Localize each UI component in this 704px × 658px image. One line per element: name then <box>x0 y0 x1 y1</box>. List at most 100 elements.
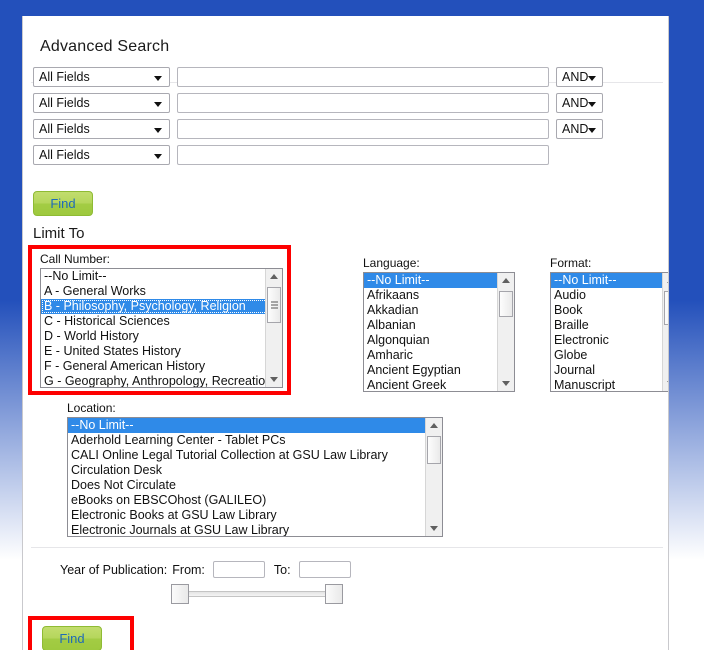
location-scrollbar[interactable] <box>425 418 442 536</box>
search-criteria-rows: All Fields AND All Fields AND All Fields <box>33 67 603 171</box>
list-item[interactable]: Algonquian <box>364 333 514 348</box>
slider-handle-max[interactable] <box>325 584 343 604</box>
list-item[interactable]: Globe <box>551 348 668 363</box>
list-item[interactable]: Albanian <box>364 318 514 333</box>
search-row: All Fields AND <box>33 119 603 139</box>
list-item[interactable]: CALI Online Legal Tutorial Collection at… <box>68 448 442 463</box>
call-number-listbox[interactable]: --No Limit-- A - General Works B - Philo… <box>40 268 283 388</box>
list-item[interactable]: Does Not Circulate <box>68 478 442 493</box>
slider-handle-min[interactable] <box>171 584 189 604</box>
scroll-down-arrow-icon[interactable] <box>266 371 282 387</box>
field-select-4[interactable]: All Fields <box>33 145 170 165</box>
language-scrollbar[interactable] <box>497 273 514 391</box>
field-select-2[interactable]: All Fields <box>33 93 170 113</box>
location-label: Location: <box>67 401 116 415</box>
list-item-selected[interactable]: B - Philosophy, Psychology, Religion <box>41 299 282 314</box>
field-select-1[interactable]: All Fields <box>33 67 170 87</box>
format-scrollbar[interactable] <box>662 273 669 391</box>
location-group: Location: --No Limit-- Aderhold Learning… <box>67 401 443 537</box>
list-item[interactable]: Journal <box>551 363 668 378</box>
chevron-down-icon <box>588 102 596 107</box>
find-button-top[interactable]: Find <box>33 191 93 216</box>
list-item[interactable]: D - World History <box>41 329 282 344</box>
call-number-scrollbar[interactable] <box>265 269 282 387</box>
list-item[interactable]: Ancient Greek <box>364 378 514 391</box>
scroll-up-arrow-icon[interactable] <box>426 418 442 434</box>
list-item[interactable]: Electronic <box>551 333 668 348</box>
scroll-up-arrow-icon[interactable] <box>663 273 668 289</box>
list-item[interactable]: C - Historical Sciences <box>41 314 282 329</box>
scrollbar-thumb[interactable] <box>664 291 669 325</box>
scrollbar-thumb[interactable] <box>499 291 513 317</box>
operator-select-2[interactable]: AND <box>556 93 603 113</box>
year-from-input[interactable] <box>212 561 265 578</box>
year-of-publication-label: Year of Publication: <box>60 562 168 577</box>
chevron-down-icon <box>154 102 162 107</box>
list-item[interactable]: Ancient Egyptian <box>364 363 514 378</box>
list-item[interactable]: Braille <box>551 318 668 333</box>
search-input-4[interactable] <box>177 145 549 165</box>
year-to-input[interactable] <box>298 561 351 578</box>
location-listbox[interactable]: --No Limit-- Aderhold Learning Center - … <box>67 417 443 537</box>
list-item[interactable]: eBooks on EBSCOhost (GALILEO) <box>68 493 442 508</box>
field-select-2-value: All Fields <box>39 96 90 110</box>
call-number-label: Call Number: <box>40 252 111 266</box>
list-item-selected[interactable]: --No Limit-- <box>68 418 442 433</box>
list-item[interactable]: E - United States History <box>41 344 282 359</box>
find-button-highlight-box: Find <box>28 616 134 650</box>
year-from-label: From: <box>172 562 205 577</box>
scrollbar-grip-icon <box>668 305 669 312</box>
scroll-down-arrow-icon[interactable] <box>663 375 668 391</box>
chevron-down-icon <box>154 76 162 81</box>
scroll-up-arrow-icon[interactable] <box>498 273 514 289</box>
page-title: Advanced Search <box>40 38 170 55</box>
scroll-up-arrow-icon[interactable] <box>266 269 282 285</box>
year-to-label: To: <box>273 562 291 577</box>
call-number-highlight-box: Call Number: --No Limit-- A - General Wo… <box>28 245 291 395</box>
language-listbox[interactable]: --No Limit-- Afrikaans Akkadian Albanian… <box>363 272 515 392</box>
limit-to-heading: Limit To <box>33 225 85 242</box>
list-item[interactable]: Audio <box>551 288 668 303</box>
field-select-3[interactable]: All Fields <box>33 119 170 139</box>
operator-select-2-value: AND <box>562 96 589 110</box>
chevron-down-icon <box>154 128 162 133</box>
list-item[interactable]: Book <box>551 303 668 318</box>
list-item[interactable]: Circulation Desk <box>68 463 442 478</box>
language-group: Language: --No Limit-- Afrikaans Akkadia… <box>363 256 515 392</box>
format-label: Format: <box>550 256 592 270</box>
list-item[interactable]: Afrikaans <box>364 288 514 303</box>
scrollbar-thumb[interactable] <box>267 287 281 323</box>
scroll-down-arrow-icon[interactable] <box>498 375 514 391</box>
list-item[interactable]: Manuscript <box>551 378 668 391</box>
language-label: Language: <box>363 256 420 270</box>
list-item-selected[interactable]: --No Limit-- <box>364 273 514 288</box>
slider-track[interactable] <box>171 591 343 597</box>
search-row: All Fields AND <box>33 67 603 87</box>
operator-select-1-value: AND <box>562 70 589 84</box>
list-item[interactable]: --No Limit-- <box>41 269 282 284</box>
list-item[interactable]: Electronic Books at GSU Law Library <box>68 508 442 523</box>
scrollbar-thumb[interactable] <box>427 436 441 464</box>
find-button-bottom[interactable]: Find <box>42 626 102 650</box>
search-input-2[interactable] <box>177 93 549 113</box>
list-item-selected[interactable]: --No Limit-- <box>551 273 668 288</box>
search-row: All Fields <box>33 145 603 165</box>
field-select-3-value: All Fields <box>39 122 90 136</box>
search-input-1[interactable] <box>177 67 549 87</box>
chevron-down-icon <box>588 76 596 81</box>
year-range-slider[interactable] <box>171 584 343 604</box>
field-select-1-value: All Fields <box>39 70 90 84</box>
list-item[interactable]: Aderhold Learning Center - Tablet PCs <box>68 433 442 448</box>
divider-above-year <box>31 547 663 548</box>
operator-select-3[interactable]: AND <box>556 119 603 139</box>
scroll-down-arrow-icon[interactable] <box>426 520 442 536</box>
list-item[interactable]: Akkadian <box>364 303 514 318</box>
list-item[interactable]: Amharic <box>364 348 514 363</box>
search-input-3[interactable] <box>177 119 549 139</box>
list-item[interactable]: G - Geography, Anthropology, Recreation <box>41 374 282 387</box>
list-item[interactable]: Electronic Journals at GSU Law Library <box>68 523 442 536</box>
operator-select-1[interactable]: AND <box>556 67 603 87</box>
list-item[interactable]: F - General American History <box>41 359 282 374</box>
list-item[interactable]: A - General Works <box>41 284 282 299</box>
format-listbox[interactable]: --No Limit-- Audio Book Braille Electron… <box>550 272 669 392</box>
